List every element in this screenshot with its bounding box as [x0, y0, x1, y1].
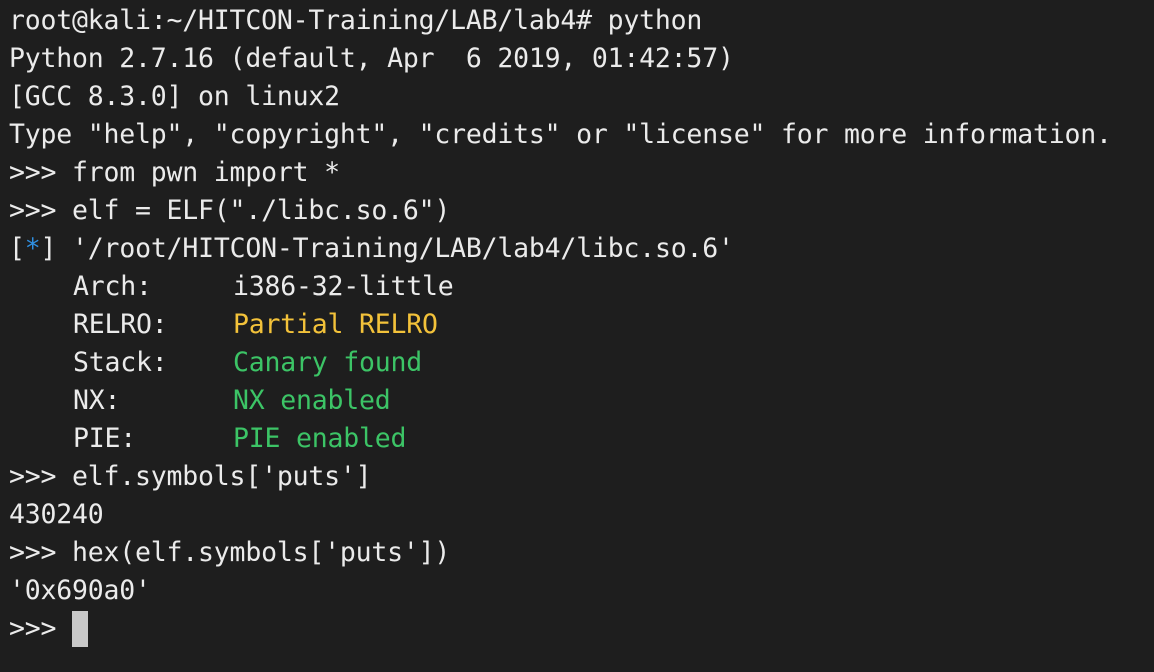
- repl-prompt-line[interactable]: >>>: [9, 610, 1154, 648]
- elf-path: '/root/HITCON-Training/LAB/lab4/libc.so.…: [56, 233, 734, 264]
- help-hint-line: Type "help", "copyright", "credits" or "…: [9, 119, 1112, 150]
- elf-load-info-line: [*] '/root/HITCON-Training/LAB/lab4/libc…: [9, 230, 1154, 268]
- checksec-key: Arch:: [73, 271, 152, 302]
- repl-output-decimal: 430240: [9, 499, 104, 530]
- text-cursor[interactable]: [72, 611, 89, 647]
- repl-input-hex: >>> hex(elf.symbols['puts']): [9, 537, 451, 568]
- python-version-line: Python 2.7.16 (default, Apr 6 2019, 01:4…: [9, 43, 734, 74]
- checksec-value: Partial RELRO: [233, 309, 438, 340]
- info-open-bracket: [: [9, 233, 25, 264]
- terminal-window[interactable]: root@kali:~/HITCON-Training/LAB/lab4# py…: [0, 0, 1154, 672]
- checksec-key: NX:: [73, 385, 121, 416]
- info-close-bracket: ]: [40, 233, 57, 264]
- compiler-info-line: [GCC 8.3.0] on linux2: [9, 81, 340, 112]
- checksec-row-arch: Arch: i386-32-little: [9, 268, 1154, 306]
- repl-input-symbols: >>> elf.symbols['puts']: [9, 461, 372, 492]
- checksec-key: RELRO:: [73, 309, 168, 340]
- checksec-value: Canary found: [233, 347, 423, 378]
- checksec-value: PIE enabled: [233, 423, 407, 454]
- shell-command-line: root@kali:~/HITCON-Training/LAB/lab4# py…: [9, 5, 703, 36]
- info-star-icon: *: [24, 233, 41, 264]
- repl-output-hex: '0x690a0': [9, 575, 151, 606]
- repl-input-elf: >>> elf = ELF("./libc.so.6"): [9, 195, 451, 226]
- checksec-row-stack: Stack: Canary found: [9, 344, 1154, 382]
- checksec-key: Stack:: [73, 347, 168, 378]
- checksec-row-nx: NX: NX enabled: [9, 382, 1154, 420]
- repl-input-import: >>> from pwn import *: [9, 157, 340, 188]
- checksec-row-relro: RELRO: Partial RELRO: [9, 306, 1154, 344]
- checksec-key: PIE:: [73, 423, 137, 454]
- checksec-value: i386-32-little: [233, 271, 454, 302]
- checksec-row-pie: PIE: PIE enabled: [9, 420, 1154, 458]
- repl-prompt: >>>: [9, 613, 73, 644]
- checksec-value: NX enabled: [233, 385, 391, 416]
